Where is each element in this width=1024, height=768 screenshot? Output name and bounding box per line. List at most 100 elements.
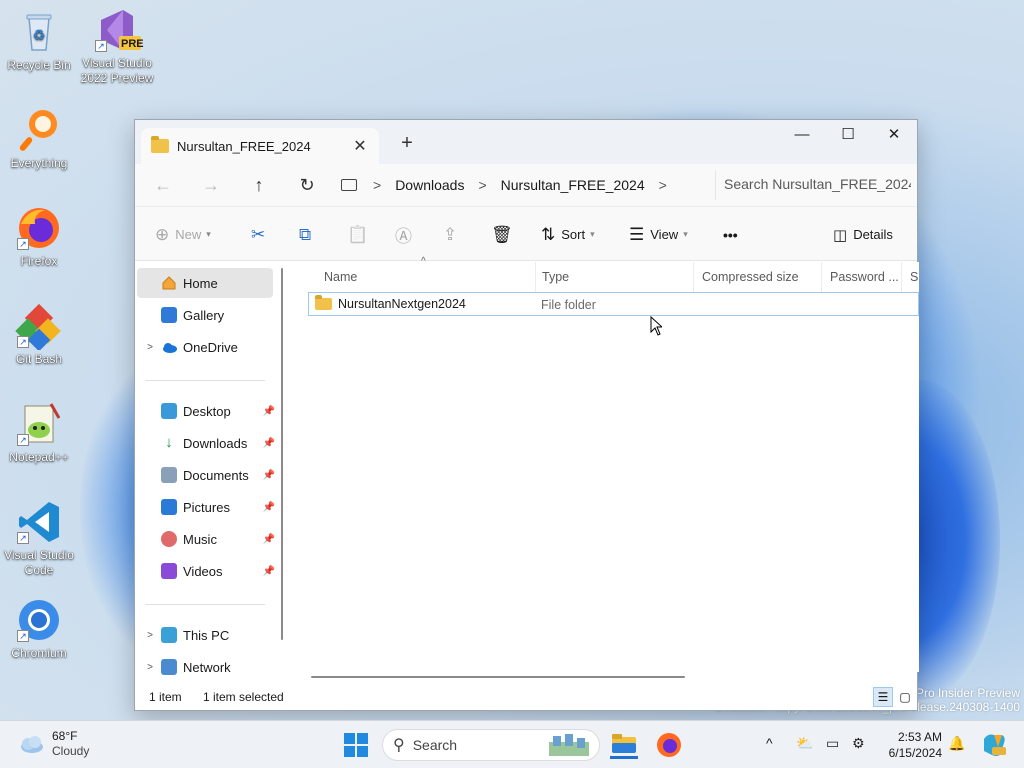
- paste-button[interactable]: 📋: [347, 207, 374, 262]
- close-button[interactable]: ✕: [871, 120, 917, 150]
- search-input[interactable]: Search Nursultan_FREE_2024: [715, 170, 911, 200]
- desktop-icon-firefox[interactable]: ↗ Firefox: [0, 204, 78, 269]
- taskbar-search-label: Search: [412, 737, 458, 753]
- sidebar-item-onedrive[interactable]: > OneDrive: [137, 332, 273, 362]
- title-bar[interactable]: Nursultan_FREE_2024 ✕ + — ☐ ✕: [135, 120, 917, 164]
- expand-chevron-icon[interactable]: >: [143, 662, 157, 673]
- shortcut-arrow-icon: ↗: [17, 238, 29, 250]
- chevron-down-icon: ▾: [683, 229, 688, 239]
- display-icon[interactable]: ▭: [826, 735, 839, 752]
- column-header-size[interactable]: Si: [902, 262, 919, 292]
- refresh-button[interactable]: ↻: [283, 175, 331, 196]
- shortcut-arrow-icon: ↗: [17, 532, 29, 544]
- sidebar-item-label: Documents: [183, 467, 249, 483]
- sidebar-item-music[interactable]: Music 📌: [137, 524, 275, 554]
- sort-button[interactable]: ⇅ Sort ▾: [541, 207, 595, 262]
- weather-widget[interactable]: 68°F Cloudy: [18, 729, 89, 759]
- breadcrumb-separator[interactable]: >: [373, 177, 381, 193]
- this-pc-icon[interactable]: [341, 179, 357, 191]
- sidebar-item-network[interactable]: > Network: [137, 652, 273, 682]
- pin-icon[interactable]: 📌: [263, 534, 275, 545]
- sidebar-item-home[interactable]: Home: [137, 268, 273, 298]
- tab-current-folder[interactable]: Nursultan_FREE_2024 ✕: [141, 128, 379, 164]
- desktop-icon-everything[interactable]: Everything: [0, 106, 78, 171]
- desktop-icon-notepadpp[interactable]: ↗ Notepad++: [0, 400, 78, 465]
- start-button[interactable]: [342, 731, 370, 759]
- taskbar-firefox[interactable]: [655, 731, 683, 759]
- share-icon: ⇪: [443, 224, 458, 244]
- column-header-type[interactable]: Type: [534, 262, 694, 292]
- system-clock[interactable]: 2:53 AM 6/15/2024: [880, 729, 942, 761]
- column-header-compressed-size[interactable]: Compressed size: [694, 262, 822, 292]
- desktop-icon-chromium[interactable]: ↗ Chromium: [0, 596, 78, 661]
- pin-icon[interactable]: 📌: [263, 470, 275, 481]
- tab-title: Nursultan_FREE_2024: [177, 138, 311, 154]
- breadcrumb-separator[interactable]: >: [478, 177, 486, 193]
- desktop-icon-git-bash[interactable]: ↗ Git Bash: [0, 302, 78, 367]
- breadcrumb[interactable]: > Downloads > Nursultan_FREE_2024 >: [341, 170, 711, 200]
- sidebar-item-label: This PC: [183, 627, 230, 643]
- navigation-pane: Home Gallery > OneDrive Desktop 📌 ↓ Down…: [135, 262, 283, 675]
- column-header-password[interactable]: Password ...: [822, 262, 902, 292]
- taskbar-file-explorer[interactable]: [610, 731, 638, 759]
- pin-icon[interactable]: 📌: [263, 566, 275, 577]
- back-button[interactable]: ←: [139, 175, 187, 196]
- desktop-icon-recycle-bin[interactable]: ♻ Recycle Bin: [0, 8, 78, 73]
- view-button[interactable]: ☰ View ▾: [629, 207, 688, 262]
- copilot-icon[interactable]: [980, 731, 1008, 759]
- sidebar-item-pictures[interactable]: Pictures 📌: [137, 492, 275, 522]
- horizontal-scrollbar[interactable]: [311, 676, 685, 678]
- share-button[interactable]: ⇪: [443, 207, 463, 262]
- weather-temperature: 68°F: [52, 729, 78, 743]
- more-options-button[interactable]: •••: [723, 207, 738, 262]
- tab-close-button[interactable]: ✕: [351, 136, 369, 156]
- sidebar-scrollbar[interactable]: [281, 268, 283, 640]
- new-button[interactable]: ⊕ New ▾: [155, 207, 211, 262]
- pin-icon[interactable]: 📌: [263, 438, 275, 449]
- sidebar-item-label: OneDrive: [183, 339, 238, 355]
- expand-chevron-icon[interactable]: >: [143, 630, 157, 641]
- sidebar-item-gallery[interactable]: Gallery: [137, 300, 273, 330]
- table-row[interactable]: NursultanNextgen2024 File folder: [308, 292, 919, 316]
- breadcrumb-downloads[interactable]: Downloads: [395, 177, 464, 193]
- expand-chevron-icon[interactable]: >: [143, 342, 157, 353]
- taskbar-search[interactable]: ⚲ Search: [382, 729, 600, 761]
- pin-icon[interactable]: 📌: [263, 406, 275, 417]
- onedrive-offline-icon[interactable]: ⛅: [796, 735, 813, 752]
- sort-icon: ⇅: [541, 224, 556, 244]
- maximize-button[interactable]: ☐: [825, 120, 871, 150]
- rename-button[interactable]: Ⓐ: [395, 207, 418, 262]
- preview-badge: PRE: [121, 38, 144, 50]
- onedrive-cloud-icon: [161, 339, 177, 355]
- breadcrumb-current-folder[interactable]: Nursultan_FREE_2024: [501, 177, 645, 193]
- forward-button[interactable]: →: [187, 175, 235, 196]
- sidebar-item-documents[interactable]: Documents 📌: [137, 460, 275, 490]
- desktop-icon-vscode[interactable]: ↗ Visual Studio Code: [0, 498, 78, 578]
- status-bar: 1 item 1 item selected ☰ ▢: [135, 684, 917, 710]
- pin-icon[interactable]: 📌: [263, 502, 275, 513]
- new-tab-button[interactable]: +: [397, 132, 417, 155]
- details-view-toggle[interactable]: ☰: [873, 687, 893, 707]
- network-status-icon[interactable]: ⚙: [852, 735, 865, 752]
- document-icon: [161, 467, 177, 483]
- up-button[interactable]: ↑: [235, 175, 283, 196]
- sidebar-item-desktop[interactable]: Desktop 📌: [137, 396, 275, 426]
- svg-text:♻: ♻: [33, 27, 46, 43]
- tiles-view-toggle[interactable]: ▢: [895, 687, 915, 707]
- desktop-icon-visual-studio[interactable]: PRE ↗ Visual Studio 2022 Preview: [78, 6, 156, 86]
- delete-button[interactable]: 🗑: [491, 207, 519, 262]
- sidebar-item-downloads[interactable]: ↓ Downloads 📌: [137, 428, 275, 458]
- tray-overflow-chevron[interactable]: ^: [766, 735, 773, 751]
- column-header-name[interactable]: Name: [316, 262, 536, 292]
- sidebar-item-label: Network: [183, 659, 231, 675]
- cut-button[interactable]: ✂: [251, 207, 271, 262]
- shortcut-arrow-icon: ↗: [17, 630, 29, 642]
- sidebar-item-videos[interactable]: Videos 📌: [137, 556, 275, 586]
- breadcrumb-separator[interactable]: >: [659, 177, 667, 193]
- cut-icon: ✂: [251, 224, 266, 244]
- copy-button[interactable]: ⧉: [299, 207, 317, 262]
- notification-bell-icon[interactable]: 🔔: [948, 735, 965, 752]
- sidebar-item-this-pc[interactable]: > This PC: [137, 620, 273, 650]
- details-button[interactable]: ◫ Details: [833, 207, 893, 262]
- minimize-button[interactable]: —: [779, 120, 825, 150]
